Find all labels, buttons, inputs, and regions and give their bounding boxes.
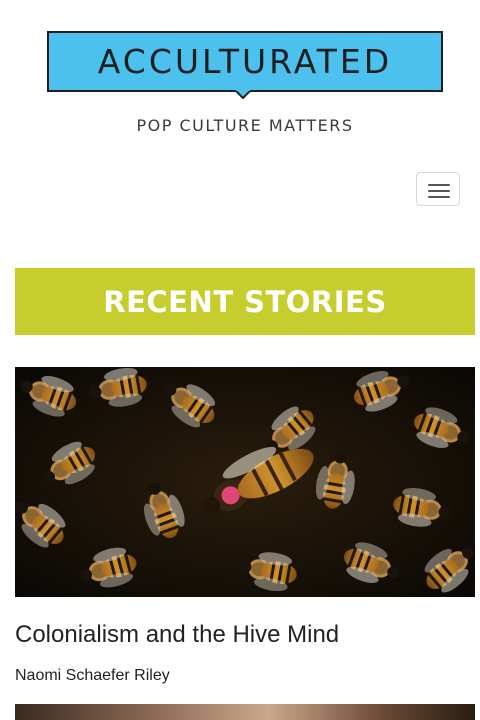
honeybee-colony-photo <box>15 367 475 597</box>
section-title: RECENT STORIES <box>103 284 387 319</box>
hamburger-menu-icon-bar <box>428 190 450 192</box>
section-banner: RECENT STORIES <box>15 268 475 335</box>
hamburger-menu-icon-bar <box>428 196 450 198</box>
story-card: Colonialism and the Hive Mind Naomi Scha… <box>15 367 475 684</box>
site-header: ACCULTURATED POP CULTURE MATTERS <box>0 0 480 250</box>
logo-text: ACCULTURATED <box>97 42 393 81</box>
hamburger-menu-icon <box>428 184 450 186</box>
logo-box: ACCULTURATED <box>47 31 443 92</box>
story-image-link[interactable] <box>15 367 475 597</box>
menu-toggle-button[interactable] <box>416 172 460 206</box>
story-title-link[interactable]: Colonialism and the Hive Mind <box>15 621 339 649</box>
logo-pointer-icon <box>235 90 251 99</box>
site-logo[interactable]: ACCULTURATED <box>47 31 443 99</box>
partial-next-story-photo <box>15 704 475 720</box>
site-tagline: POP CULTURE MATTERS <box>136 116 354 135</box>
next-story-image[interactable] <box>15 704 475 720</box>
story-author[interactable]: Naomi Schaefer Riley <box>15 667 170 685</box>
